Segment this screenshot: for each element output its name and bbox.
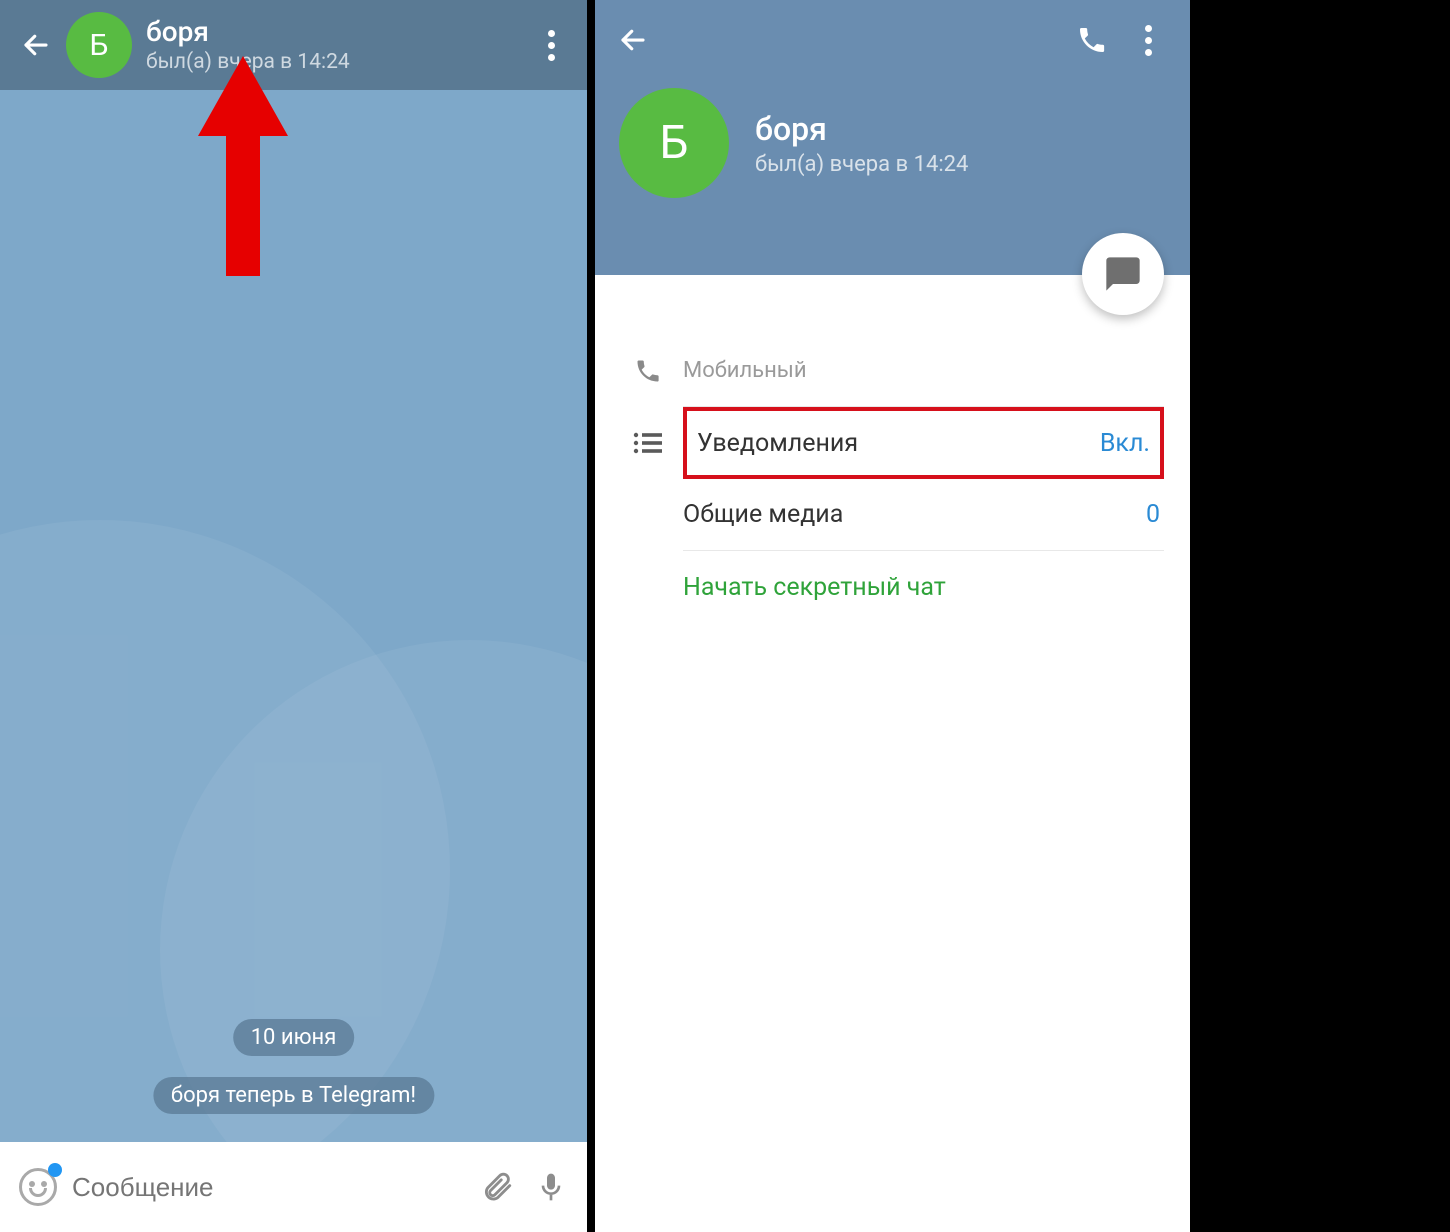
phone-icon [1076, 24, 1108, 56]
avatar-letter: Б [660, 116, 689, 170]
attach-button[interactable] [475, 1165, 519, 1209]
shared-media-label: Общие медиа [683, 500, 843, 529]
shared-media-value: 0 [1146, 500, 1160, 529]
notifications-row[interactable]: Уведомления Вкл. [595, 407, 1190, 479]
profile-name: боря [755, 110, 968, 148]
voice-message-button[interactable] [529, 1165, 573, 1209]
more-vertical-icon [548, 30, 555, 61]
secret-chat-row[interactable]: Начать секретный чат [595, 551, 1190, 623]
profile-details: Мобильный Уведомления Вкл. Общие медиа [595, 275, 1190, 623]
more-options-button[interactable] [1120, 12, 1176, 68]
annotation-arrow-icon [198, 56, 288, 276]
message-input[interactable] [72, 1172, 465, 1203]
chat-background[interactable]: 10 июня боря теперь в Telegram! [0, 90, 587, 1142]
back-button[interactable] [12, 21, 60, 69]
message-input-bar [0, 1142, 587, 1232]
date-separator: 10 июня [233, 1019, 355, 1056]
more-vertical-icon [1145, 25, 1152, 56]
chat-header[interactable]: Б боря был(а) вчера в 14:24 [0, 0, 587, 90]
notifications-value: Вкл. [1100, 429, 1150, 458]
back-button[interactable] [609, 16, 657, 64]
shared-media-row[interactable]: Общие медиа 0 [595, 479, 1190, 551]
phone-row[interactable]: Мобильный [595, 335, 1190, 407]
chat-icon [1103, 254, 1143, 294]
chat-contact-name: боря [146, 16, 527, 48]
profile-status: был(а) вчера в 14:24 [755, 152, 968, 177]
call-button[interactable] [1064, 12, 1120, 68]
chat-avatar[interactable]: Б [66, 12, 132, 78]
profile-screen: Б боря был(а) вчера в 14:24 Мобильный [595, 0, 1190, 1232]
profile-avatar[interactable]: Б [619, 88, 729, 198]
phone-icon [634, 357, 662, 385]
more-options-button[interactable] [527, 21, 575, 69]
notification-dot-icon [48, 1163, 62, 1177]
profile-header-texts: боря был(а) вчера в 14:24 [755, 110, 968, 177]
microphone-icon [535, 1169, 567, 1205]
arrow-left-icon [618, 25, 648, 55]
arrow-left-icon [21, 30, 51, 60]
notifications-label: Уведомления [697, 429, 858, 458]
message-fab[interactable] [1082, 233, 1164, 315]
avatar-letter: Б [90, 28, 109, 63]
list-icon [633, 431, 663, 455]
phone-type-label: Мобильный [683, 358, 807, 383]
system-message: боря теперь в Telegram! [153, 1077, 434, 1114]
profile-header: Б боря был(а) вчера в 14:24 [595, 0, 1190, 275]
paperclip-icon [480, 1170, 514, 1204]
emoji-button[interactable] [14, 1163, 62, 1211]
chat-screen: Б боря был(а) вчера в 14:24 10 июня боря… [0, 0, 595, 1232]
secret-chat-label: Начать секретный чат [683, 573, 946, 602]
